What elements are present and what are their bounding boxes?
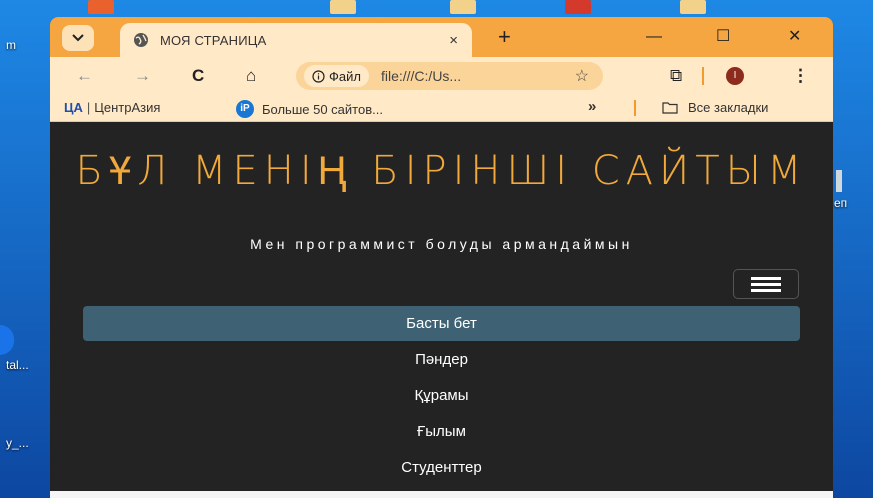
desktop-icon-4[interactable]	[565, 0, 591, 14]
desktop-label-3[interactable]: y_...	[6, 436, 29, 450]
bookmark-item-centrasia[interactable]: ЦА | ЦентрАзия	[64, 100, 160, 115]
browser-window: МОЯ СТРАНИЦА × + — ☐ ✕ ← → C ⌂ Файл file…	[50, 17, 833, 498]
profile-avatar[interactable]: I	[726, 67, 744, 85]
hamburger-bar	[751, 288, 781, 292]
nav-item-staff[interactable]: Құрамы	[83, 378, 800, 413]
minimize-button[interactable]: —	[646, 27, 662, 47]
desktop-icon-5[interactable]	[680, 0, 706, 14]
tab-close-icon[interactable]: ×	[449, 32, 458, 49]
browser-toolbar: ← → C ⌂ Файл file:///C:/Us... ☆ ⧉ I ⋮	[50, 57, 833, 95]
centrasia-icon: ЦА	[64, 100, 83, 115]
folder-icon	[662, 101, 678, 114]
menu-icon[interactable]: ⋮	[792, 66, 809, 86]
tab-title: МОЯ СТРАНИЦА	[160, 32, 267, 48]
tab-bar: МОЯ СТРАНИЦА × + — ☐ ✕	[50, 17, 833, 57]
site-title: БҰЛ МЕНІҢ БІРІНШІ САЙТЫМ	[75, 148, 808, 194]
new-tab-button[interactable]: +	[498, 25, 511, 49]
all-bookmarks-label: Все закладки	[688, 100, 769, 115]
page-content: БҰЛ МЕНІҢ БІРІНШІ САЙТЫМ Мен программист…	[50, 122, 833, 498]
hamburger-bar	[751, 282, 781, 286]
address-bar[interactable]: Файл file:///C:/Us... ☆	[296, 62, 603, 90]
site-subtitle: Мен программист болуды армандаймын	[250, 236, 633, 252]
navbar-toggle-button[interactable]	[733, 269, 799, 299]
bookmarks-separator	[634, 100, 636, 116]
bookmark-item-sites[interactable]: iP Больше 50 сайтов...	[236, 100, 383, 118]
desktop-label-2[interactable]: tal...	[6, 358, 29, 372]
nav-menu: Басты бет Пәндер Құрамы Ғылым Студенттер	[83, 306, 800, 486]
nav-item-students[interactable]: Студенттер	[83, 450, 800, 485]
bookmarks-overflow-button[interactable]: »	[588, 98, 596, 115]
forward-button[interactable]: →	[134, 66, 151, 86]
nav-item-home[interactable]: Басты бет	[83, 306, 800, 341]
all-bookmarks-button[interactable]: Все закладки	[662, 100, 768, 115]
desktop-icon-2[interactable]	[330, 0, 356, 14]
bookmark-star-icon[interactable]: ☆	[575, 66, 589, 86]
bookmark-divider: |	[86, 100, 91, 115]
chevron-down-icon	[72, 29, 84, 47]
ip-icon: iP	[236, 100, 254, 118]
extensions-icon[interactable]: ⧉	[670, 66, 682, 86]
globe-icon	[132, 31, 150, 49]
hamburger-bar	[751, 276, 781, 280]
bookmark-label-sites: Больше 50 сайтов...	[262, 101, 383, 117]
desktop-right-icon[interactable]	[836, 170, 842, 192]
bookmark-label-centrasia: ЦентрАзия	[94, 100, 161, 115]
home-button[interactable]: ⌂	[246, 66, 256, 86]
close-window-button[interactable]: ✕	[788, 27, 801, 47]
reload-button[interactable]: C	[192, 66, 204, 86]
url-text[interactable]: file:///C:/Us...	[381, 68, 575, 84]
toolbar-separator	[702, 67, 704, 85]
tab-search-button[interactable]	[62, 25, 94, 51]
desktop-icon-1[interactable]	[88, 0, 114, 14]
maximize-button[interactable]: ☐	[716, 27, 730, 47]
desktop-app-icon[interactable]	[0, 325, 14, 355]
site-info-label: Файл	[329, 68, 361, 84]
page-bottom-strip	[50, 491, 833, 498]
bookmarks-bar: ЦА | ЦентрАзия iP Больше 50 сайтов... » …	[50, 95, 833, 122]
nav-item-subjects[interactable]: Пәндер	[83, 342, 800, 377]
desktop-label-1[interactable]: m	[6, 38, 16, 52]
site-info-chip[interactable]: Файл	[304, 65, 369, 87]
back-button[interactable]: ←	[76, 66, 93, 86]
nav-item-science[interactable]: Ғылым	[83, 414, 800, 449]
desktop-icon-3[interactable]	[450, 0, 476, 14]
desktop-right-label[interactable]: еп	[834, 196, 847, 210]
browser-tab[interactable]: МОЯ СТРАНИЦА ×	[120, 23, 472, 57]
info-icon	[312, 69, 325, 83]
